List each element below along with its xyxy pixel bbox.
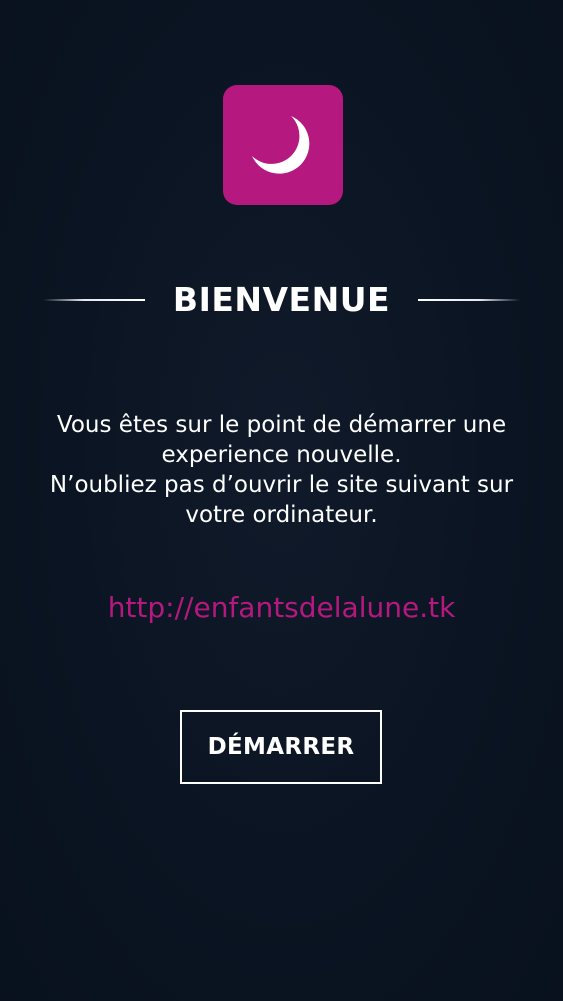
site-url-link[interactable]: http://enfantsdelalune.tk xyxy=(0,588,563,628)
crescent-moon-icon xyxy=(252,116,310,174)
welcome-header: BIENVENUE xyxy=(0,275,563,325)
title-divider-right xyxy=(418,299,520,301)
message-line: experience nouvelle. xyxy=(161,442,402,468)
message-line: votre ordinateur. xyxy=(185,502,378,528)
start-button[interactable]: DÉMARRER xyxy=(180,710,382,784)
welcome-message: Vous êtes sur le point de démarrer une e… xyxy=(20,410,543,530)
app-logo xyxy=(223,85,343,205)
message-line: Vous êtes sur le point de démarrer une xyxy=(56,412,507,438)
message-line: N’oubliez pas d’ouvrir le site suivant s… xyxy=(49,472,514,498)
